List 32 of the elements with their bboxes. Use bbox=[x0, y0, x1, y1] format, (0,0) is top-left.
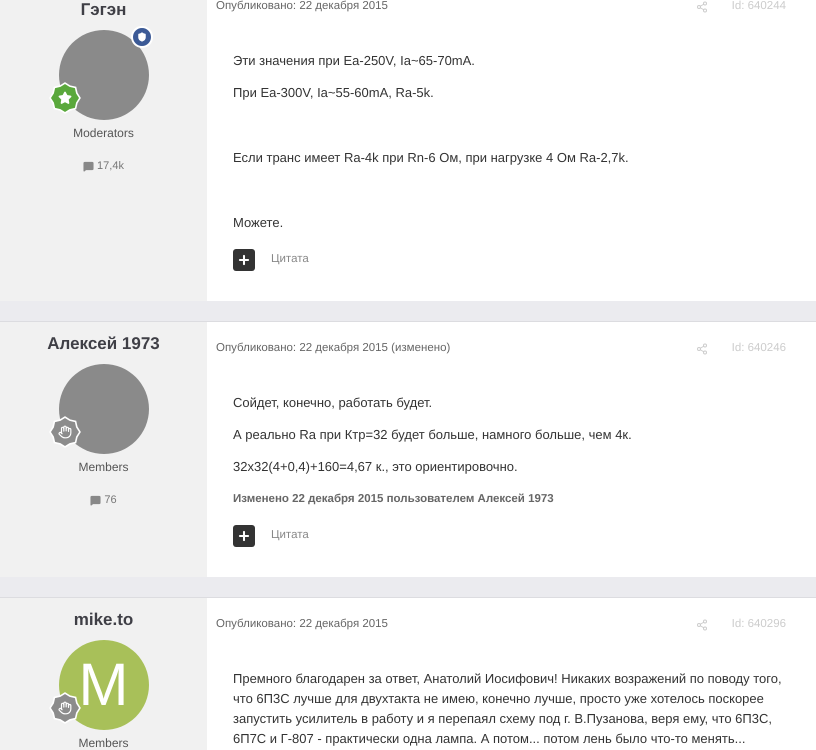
quote-link[interactable]: Цитата bbox=[271, 251, 309, 269]
post-paragraph: А реально Ra при Ктр=32 будет больше, намного больше, чем 4к. bbox=[233, 426, 633, 444]
post-count: 17,4k bbox=[97, 159, 124, 174]
post-paragraph: Премного благодарен за ответ, Анатолий Иосифович! Никаких возражений по поводу того, что 6П3С лучше для двухтакта не имею, конечно лучше, просто уже хотелось поскорее запустить усилитель в работу и я перепаял схему под г. В.Пузанова, веря ему, что 6П3С, 6П7С и Г-807 - практически одна лампа. А потом... потом лень было что-то менять... bbox=[233, 670, 783, 748]
author-name[interactable]: mike.to bbox=[74, 610, 134, 630]
letter-avatar[interactable]: M bbox=[58, 640, 148, 730]
author-name[interactable]: Гэгэн bbox=[80, 0, 126, 20]
post-count: 76 bbox=[104, 493, 117, 508]
multiquote-button[interactable] bbox=[233, 249, 255, 271]
author-name[interactable]: Алексей 1973 bbox=[47, 334, 160, 354]
multiquote-button[interactable] bbox=[233, 525, 255, 547]
post-date: Опубликовано: 22 декабря 2015 bbox=[216, 617, 389, 632]
comment-icon bbox=[90, 494, 102, 506]
quote-link[interactable]: Цитата bbox=[271, 527, 309, 545]
post-paragraph: Можете. bbox=[233, 214, 284, 232]
post-paragraph: При Ea-300V, Ia~55-60mA, Ra-5k. bbox=[233, 84, 435, 102]
post-paragraph: Эти значения при Ea-250V, Ia~65-70mA. bbox=[233, 52, 476, 70]
user-group: Members bbox=[78, 734, 128, 750]
edit-note: Изменено 22 декабря 2015 пользователем Алексей 1973 bbox=[233, 492, 555, 507]
user-group: Members bbox=[78, 458, 128, 476]
post-paragraph: 32х32(4+0,4)+160=4,67 к., это ориентировочно. bbox=[233, 458, 519, 476]
share-icon[interactable] bbox=[696, 1, 708, 13]
post-date: Опубликовано: 22 декабря 2015 (изменено) bbox=[216, 341, 452, 356]
user-group: Moderators bbox=[73, 124, 134, 142]
post-date: Опубликовано: 22 декабря 2015 bbox=[216, 0, 389, 14]
comment-icon bbox=[83, 160, 94, 172]
plus-icon bbox=[237, 529, 251, 543]
share-icon[interactable] bbox=[696, 619, 708, 631]
share-icon[interactable] bbox=[696, 343, 708, 355]
post-paragraph: Сойдет, конечно, работать будет. bbox=[233, 394, 434, 412]
plus-icon bbox=[237, 253, 251, 267]
post-paragraph: Если транс имеет Ra-4k при Rn-6 Ом, при нагрузке 4 Ом Ra-2,7k. bbox=[233, 149, 630, 167]
